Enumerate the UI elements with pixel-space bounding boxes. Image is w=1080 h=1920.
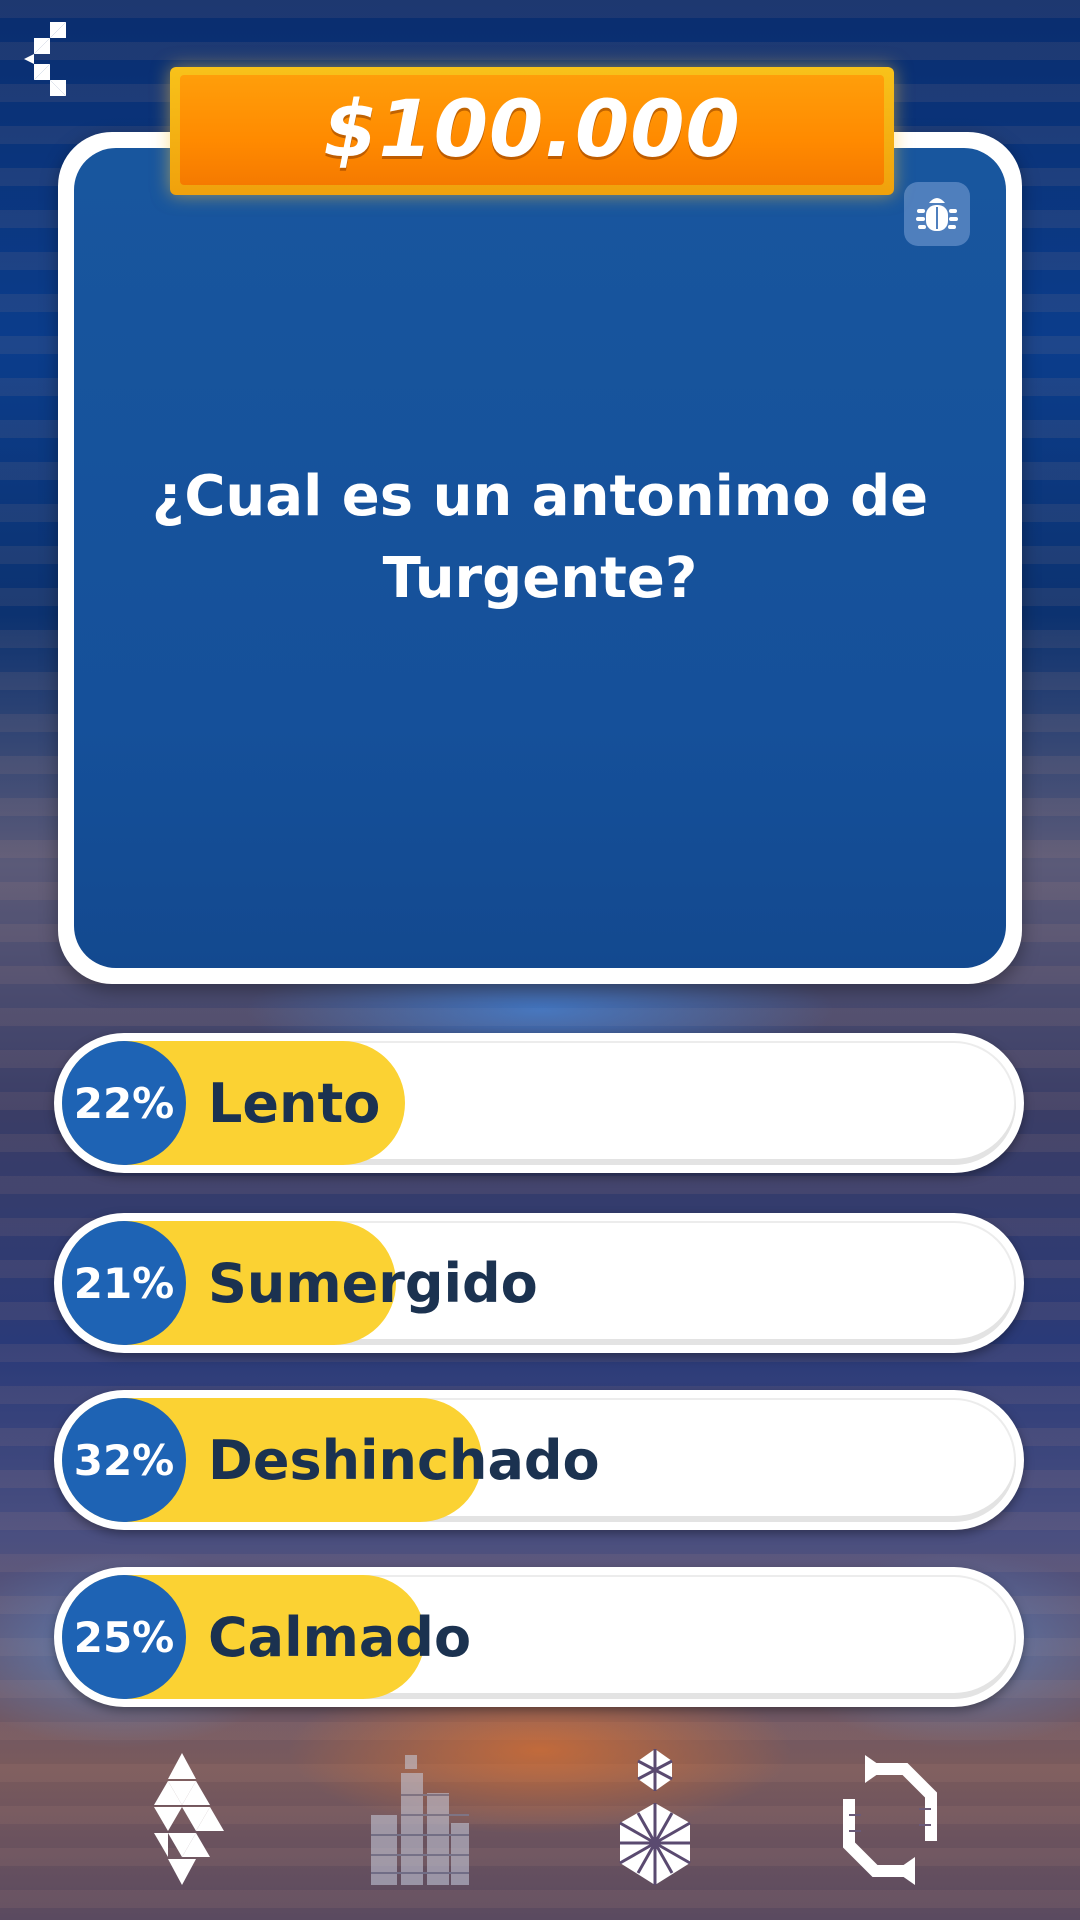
- question-panel: ¿Cual es un antonimo de Turgente?: [74, 148, 1006, 968]
- lifeline-phone-friend[interactable]: [600, 1745, 710, 1895]
- question-text: ¿Cual es un antonimo de Turgente?: [151, 464, 929, 611]
- answer-percent-badge: 21%: [62, 1221, 186, 1345]
- answer-option-b[interactable]: 21% Sumergido: [54, 1213, 1024, 1353]
- back-button[interactable]: [22, 20, 78, 98]
- prize-banner: $100.000: [170, 67, 894, 195]
- question-card: ¿Cual es un antonimo de Turgente?: [58, 132, 1022, 984]
- answer-percent-badge: 22%: [62, 1041, 186, 1165]
- bug-icon: [916, 198, 958, 231]
- answer-percent-badge: 32%: [62, 1398, 186, 1522]
- answer-track: [62, 1041, 1016, 1165]
- prize-banner-inner: $100.000: [180, 75, 884, 185]
- answer-track: [62, 1575, 1016, 1699]
- fifty-fifty-icon: [154, 1753, 224, 1885]
- answer-percent-badge: 25%: [62, 1575, 186, 1699]
- switch-question-icon: [843, 1755, 937, 1885]
- answer-track: [62, 1221, 1016, 1345]
- lifeline-switch-question[interactable]: [835, 1745, 945, 1895]
- answer-option-d[interactable]: 25% Calmado: [54, 1567, 1024, 1707]
- lifeline-fifty-fifty[interactable]: [130, 1745, 240, 1895]
- answer-option-a[interactable]: 22% Lento: [54, 1033, 1024, 1173]
- chevron-left-icon: [24, 22, 66, 96]
- answer-label: Lento: [208, 1071, 381, 1135]
- prize-amount: $100.000: [323, 85, 741, 175]
- answer-option-c[interactable]: 32% Deshinchado: [54, 1390, 1024, 1530]
- answer-label: Deshinchado: [208, 1428, 600, 1492]
- report-bug-button[interactable]: [904, 182, 970, 246]
- answer-label: Calmado: [208, 1605, 472, 1669]
- answer-label: Sumergido: [208, 1251, 538, 1315]
- phone-friend-icon: [619, 1749, 691, 1885]
- audience-poll-icon: [371, 1755, 469, 1885]
- lifeline-audience-poll[interactable]: [365, 1745, 475, 1895]
